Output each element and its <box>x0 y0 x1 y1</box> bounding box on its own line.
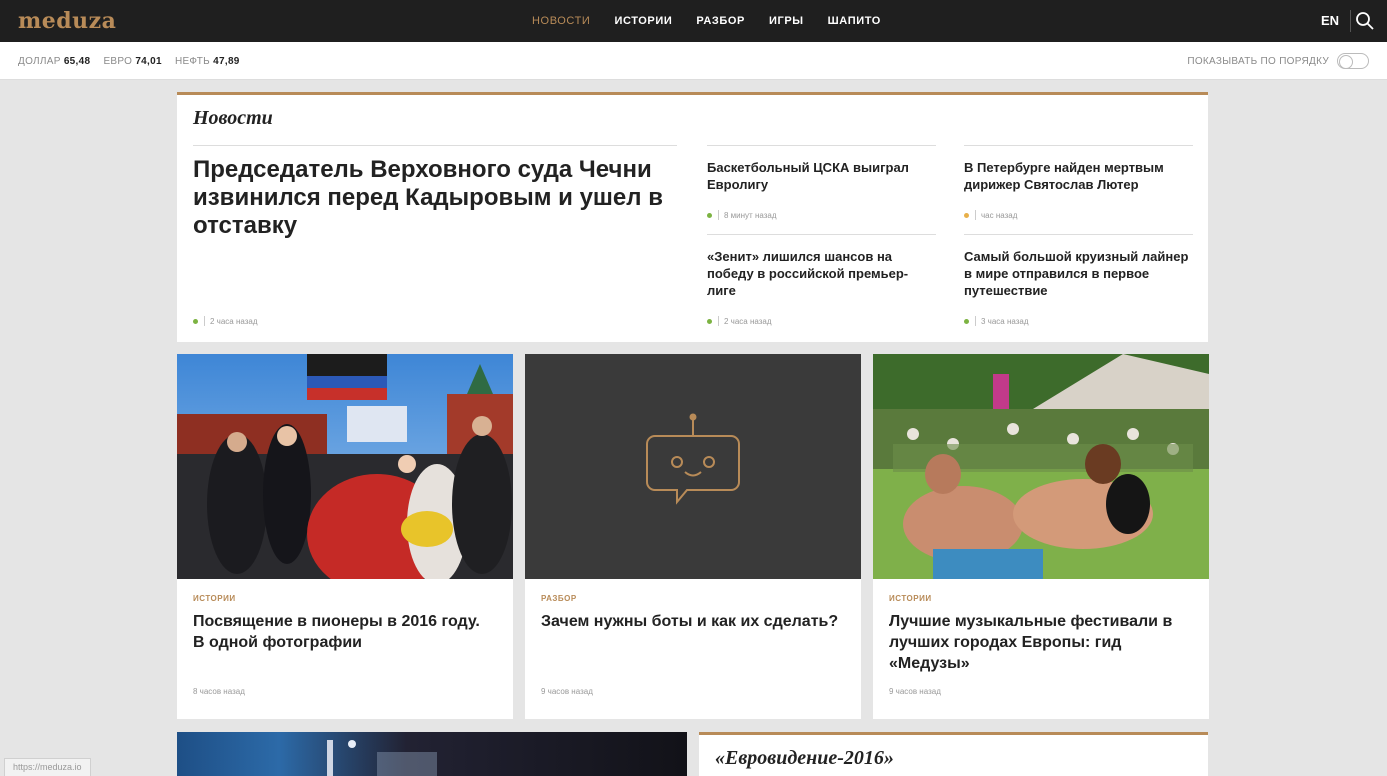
main-news-item[interactable]: Председатель Верховного суда Чечни извин… <box>193 145 677 336</box>
divider <box>1350 10 1351 32</box>
story-card[interactable]: РАЗБОР Зачем нужны боты и как их сделать… <box>525 354 861 719</box>
language-switch[interactable]: EN <box>1321 13 1339 28</box>
news-section-title[interactable]: Новости <box>193 107 273 130</box>
nav-games[interactable]: ИГРЫ <box>757 0 816 42</box>
story-time: 8 часов назад <box>193 687 245 696</box>
news-headline[interactable]: «Зенит» лишился шансов на победу в росси… <box>707 248 936 299</box>
exchange-rates: ДОЛЛАР 65,48 ЕВРО 74,01 НЕФТЬ 47,89 <box>18 56 250 67</box>
news-meta: 3 часа назад <box>964 316 1029 326</box>
news-item[interactable]: Баскетбольный ЦСКА выиграл Евролигу 8 ми… <box>707 145 936 234</box>
status-bar-url: https://meduza.io <box>4 758 91 776</box>
story-category[interactable]: ИСТОРИИ <box>193 594 236 603</box>
story-card[interactable]: ИСТОРИИ Лучшие музыкальные фестивали в л… <box>873 354 1209 719</box>
nav-shapito[interactable]: ШАПИТО <box>816 0 893 42</box>
news-meta: 8 минут назад <box>707 210 777 220</box>
rate-value-oil: 47,89 <box>213 56 240 67</box>
news-time: 2 часа назад <box>210 316 258 326</box>
nav-analysis[interactable]: РАЗБОР <box>684 0 757 42</box>
story-title[interactable]: Посвящение в пионеры в 2016 году. В одно… <box>193 611 493 653</box>
news-item[interactable]: Самый большой круизный лайнер в мире отп… <box>964 234 1193 338</box>
news-meta: 2 часа назад <box>707 316 772 326</box>
story-image[interactable] <box>873 354 1209 579</box>
story-card[interactable]: ИСТОРИИ Посвящение в пионеры в 2016 году… <box>177 354 513 719</box>
news-headline[interactable]: Самый большой круизный лайнер в мире отп… <box>964 248 1193 299</box>
status-dot <box>193 318 198 324</box>
pioneers-photo <box>177 354 513 579</box>
status-dot <box>707 318 712 324</box>
story-category[interactable]: РАЗБОР <box>541 594 577 603</box>
main-nav: НОВОСТИ ИСТОРИИ РАЗБОР ИГРЫ ШАПИТО <box>520 0 893 42</box>
toggle-knob <box>1339 55 1353 69</box>
rate-value-usd: 65,48 <box>63 56 91 67</box>
status-dot <box>707 212 712 218</box>
search-icon[interactable] <box>1355 11 1375 31</box>
festival-photo <box>873 354 1209 579</box>
rate-label-usd: ДОЛЛАР <box>18 56 61 67</box>
status-dot <box>964 212 969 218</box>
story-image[interactable] <box>525 354 861 579</box>
robot-icon <box>646 413 740 505</box>
rate-value-eur: 74,01 <box>135 56 162 67</box>
rate-label-oil: НЕФТЬ <box>174 56 211 67</box>
news-block: Новости Председатель Верховного суда Чеч… <box>177 92 1208 342</box>
currency-bar: ДОЛЛАР 65,48 ЕВРО 74,01 НЕФТЬ 47,89 ПОКА… <box>0 42 1387 80</box>
story-time: 9 часов назад <box>889 687 941 696</box>
nav-stories[interactable]: ИСТОРИИ <box>602 0 684 42</box>
featured-image[interactable] <box>177 732 687 776</box>
news-item[interactable]: В Петербурге найден мертвым дирижер Свят… <box>964 145 1193 234</box>
site-logo[interactable]: meduza <box>18 8 116 34</box>
status-dot <box>964 318 969 324</box>
story-title[interactable]: Зачем нужны боты и как их сделать? <box>541 611 841 632</box>
news-headline[interactable]: Баскетбольный ЦСКА выиграл Евролигу <box>707 159 936 193</box>
news-time: 3 часа назад <box>981 316 1029 326</box>
story-time: 9 часов назад <box>541 687 593 696</box>
nav-news[interactable]: НОВОСТИ <box>520 0 602 42</box>
news-headline[interactable]: В Петербурге найден мертвым дирижер Свят… <box>964 159 1193 193</box>
top-navigation-bar: meduza НОВОСТИ ИСТОРИИ РАЗБОР ИГРЫ ШАПИТ… <box>0 0 1387 42</box>
story-title[interactable]: Лучшие музыкальные фестивали в лучших го… <box>889 611 1189 674</box>
news-item[interactable]: «Зенит» лишился шансов на победу в росси… <box>707 234 936 338</box>
news-time: 8 минут назад <box>724 210 777 220</box>
eurovision-section-title[interactable]: «Евровидение-2016» <box>715 747 894 770</box>
news-meta: час назад <box>964 210 1017 220</box>
story-image[interactable] <box>177 354 513 579</box>
news-time: час назад <box>981 210 1018 220</box>
rate-label-eur: ЕВРО <box>103 56 133 67</box>
story-category[interactable]: ИСТОРИИ <box>889 594 932 603</box>
order-toggle-label: ПОКАЗЫВАТЬ ПО ПОРЯДКУ <box>1187 56 1329 67</box>
featured-photo <box>327 740 437 776</box>
eurovision-section: «Евровидение-2016» <box>699 732 1208 776</box>
order-toggle[interactable] <box>1337 53 1369 69</box>
main-news-headline[interactable]: Председатель Верховного суда Чечни извин… <box>193 156 677 240</box>
news-time: 2 часа назад <box>724 316 772 326</box>
news-meta: 2 часа назад <box>193 316 258 326</box>
